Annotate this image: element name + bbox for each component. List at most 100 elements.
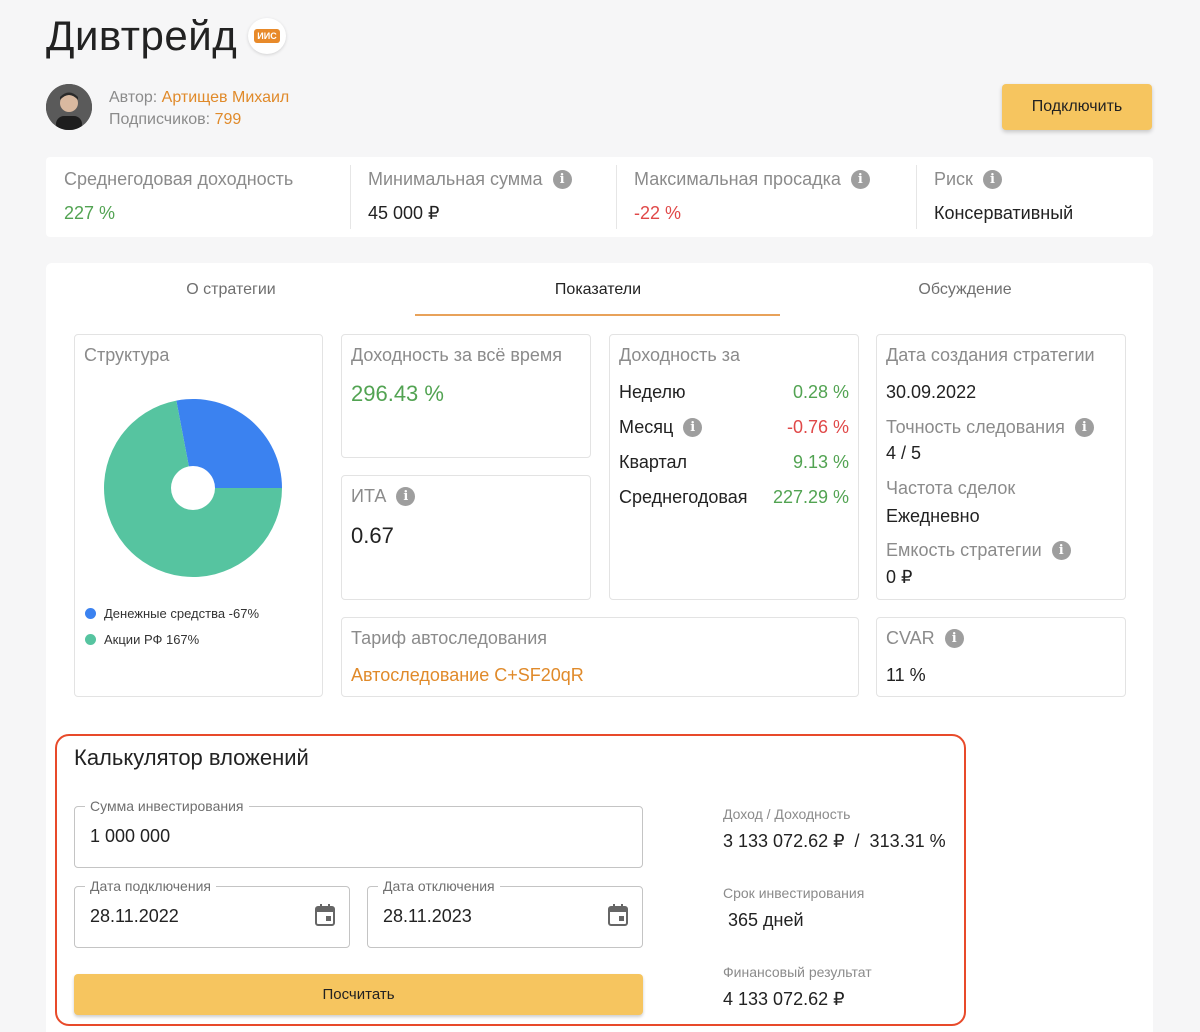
divider bbox=[916, 165, 917, 229]
metric-label: Среднегодовая доходность bbox=[64, 168, 294, 189]
result-label: Финансовый результат bbox=[723, 964, 872, 980]
info-icon[interactable]: i bbox=[982, 169, 1002, 189]
legend-dot bbox=[85, 634, 96, 645]
info-icon[interactable]: i bbox=[850, 169, 870, 189]
metric-label: Риск bbox=[934, 168, 973, 189]
tariff-card: Тариф автоследования Автоследование С+SF… bbox=[341, 617, 859, 697]
frequency-label: Частота сделок bbox=[886, 478, 1016, 498]
metric-label: Минимальная сумма bbox=[368, 168, 543, 189]
tab-discussion[interactable]: Обсуждение bbox=[783, 281, 1147, 299]
avatar-person-icon bbox=[46, 84, 92, 130]
divider bbox=[616, 165, 617, 229]
metric-value: -22 % bbox=[634, 203, 682, 223]
income-label: Доход / Доходность bbox=[723, 806, 851, 822]
iis-badge: ИИС bbox=[248, 18, 286, 54]
metric-min-sum: Минимальная сумма i 45 000 ₽ bbox=[350, 157, 616, 237]
card-title: Доходность за всё время bbox=[351, 345, 563, 365]
cvar-card: CVAR i 11 % bbox=[876, 617, 1126, 697]
income-value: 3 133 072.62 ₽ / 313.31 % bbox=[723, 831, 946, 851]
accuracy-label: Точность следования bbox=[886, 417, 1065, 437]
card-title: CVAR i bbox=[886, 628, 964, 649]
result-value: 4 133 072.62 ₽ bbox=[723, 989, 845, 1009]
info-icon[interactable]: i bbox=[396, 487, 416, 506]
info-icon[interactable]: i bbox=[552, 169, 572, 189]
return-row-week: Неделю 0.28 % bbox=[619, 382, 849, 403]
page-title: Дивтрейд bbox=[46, 12, 238, 59]
created-label: Дата создания стратегии bbox=[886, 345, 1095, 365]
tab-about[interactable]: О стратегии bbox=[49, 281, 413, 299]
metric-label: Максимальная просадка bbox=[634, 168, 841, 189]
capacity-label-wrap: Емкость стратегии i bbox=[886, 540, 1071, 561]
info-icon[interactable]: i bbox=[683, 418, 703, 437]
total-return-value: 296.43 % bbox=[351, 381, 444, 406]
divider bbox=[350, 165, 351, 229]
field-value[interactable]: 28.11.2022 bbox=[90, 906, 179, 927]
row-name: Среднегодовая bbox=[619, 487, 748, 507]
field-value[interactable]: 1 000 000 bbox=[90, 826, 170, 847]
metric-max-drawdown: Максимальная просадка i -22 % bbox=[616, 157, 916, 237]
cvar-value: 11 % bbox=[886, 665, 926, 685]
calendar-icon[interactable] bbox=[315, 904, 335, 926]
return-row-month: Месяц i -0.76 % bbox=[619, 417, 849, 438]
calculate-button[interactable]: Посчитать bbox=[74, 974, 643, 1015]
row-value: 227.29 % bbox=[772, 487, 849, 507]
return-row-quarter: Квартал 9.13 % bbox=[619, 452, 849, 473]
metric-value: 45 000 ₽ bbox=[368, 203, 440, 223]
pie-center-hole bbox=[171, 466, 215, 510]
active-tab-indicator bbox=[415, 314, 780, 316]
ita-value: 0.67 bbox=[351, 523, 394, 548]
row-name-wrap: Месяц i bbox=[619, 417, 703, 438]
ita-card: ИТА i 0.67 bbox=[341, 475, 591, 600]
cvar-title: CVAR bbox=[886, 628, 935, 648]
tab-indicators[interactable]: Показатели bbox=[416, 281, 780, 299]
subscribers-label: Подписчиков: bbox=[109, 111, 211, 128]
accuracy-value: 4 / 5 bbox=[886, 443, 922, 463]
row-name: Неделю bbox=[619, 382, 686, 402]
author-info: Автор: Артищев Михаил Подписчиков: 799 bbox=[109, 87, 289, 131]
metric-avg-return: Среднегодовая доходность 227 % bbox=[46, 157, 350, 237]
accuracy-label-wrap: Точность следования i bbox=[886, 417, 1094, 438]
term-label: Срок инвестирования bbox=[723, 885, 865, 901]
legend-label: Акции РФ 167% bbox=[104, 632, 200, 647]
row-name: Квартал bbox=[619, 452, 688, 472]
term-value: 365 дней bbox=[728, 910, 804, 930]
info-icon[interactable]: i bbox=[1074, 418, 1094, 437]
calculator-title: Калькулятор вложений bbox=[74, 745, 309, 770]
end-date-field[interactable]: Дата отключения 28.11.2023 bbox=[367, 878, 643, 948]
tariff-link[interactable]: Автоследование С+SF20qR bbox=[351, 665, 584, 686]
capacity-value: 0 ₽ bbox=[886, 567, 913, 587]
row-value: -0.76 % bbox=[786, 417, 849, 437]
iis-badge-label: ИИС bbox=[254, 29, 280, 43]
row-value: 0.28 % bbox=[792, 382, 849, 402]
field-label: Дата отключения bbox=[378, 878, 500, 894]
subscribers-count: 799 bbox=[214, 111, 242, 128]
created-value: 30.09.2022 bbox=[886, 382, 977, 402]
field-value[interactable]: 28.11.2023 bbox=[383, 906, 472, 927]
total-return-card: Доходность за всё время 296.43 % bbox=[341, 334, 591, 458]
connect-button[interactable]: Подключить bbox=[1002, 84, 1152, 130]
calendar-icon[interactable] bbox=[608, 904, 628, 926]
info-icon[interactable]: i bbox=[944, 629, 964, 648]
structure-pie-chart bbox=[103, 399, 282, 577]
card-title: Доходность за bbox=[619, 345, 740, 365]
legend-label: Денежные средства -67% bbox=[104, 606, 260, 621]
avatar[interactable] bbox=[46, 84, 92, 130]
strategy-info-card: Дата создания стратегии 30.09.2022 Точно… bbox=[876, 334, 1126, 600]
investment-amount-field[interactable]: Сумма инвестирования 1 000 000 bbox=[74, 798, 643, 868]
frequency-value: Ежедневно bbox=[886, 506, 980, 526]
legend-dot bbox=[85, 608, 96, 619]
row-name: Месяц bbox=[619, 417, 674, 437]
info-icon[interactable]: i bbox=[1051, 541, 1071, 560]
field-label: Сумма инвестирования bbox=[85, 798, 249, 814]
metric-value: 227 % bbox=[64, 203, 116, 223]
field-label: Дата подключения bbox=[85, 878, 216, 894]
card-title: Структура bbox=[84, 345, 170, 365]
start-date-field[interactable]: Дата подключения 28.11.2022 bbox=[74, 878, 350, 948]
card-title: ИТА i bbox=[351, 486, 416, 507]
legend-item-stocks: Акции РФ 167% bbox=[85, 632, 199, 647]
ita-title: ИТА bbox=[351, 486, 387, 506]
author-name-link[interactable]: Артищев Михаил bbox=[162, 89, 290, 106]
row-value: 9.13 % bbox=[792, 452, 849, 472]
metrics-strip: Среднегодовая доходность 227 % Минимальн… bbox=[46, 157, 1153, 237]
card-title: Тариф автоследования bbox=[351, 628, 548, 648]
